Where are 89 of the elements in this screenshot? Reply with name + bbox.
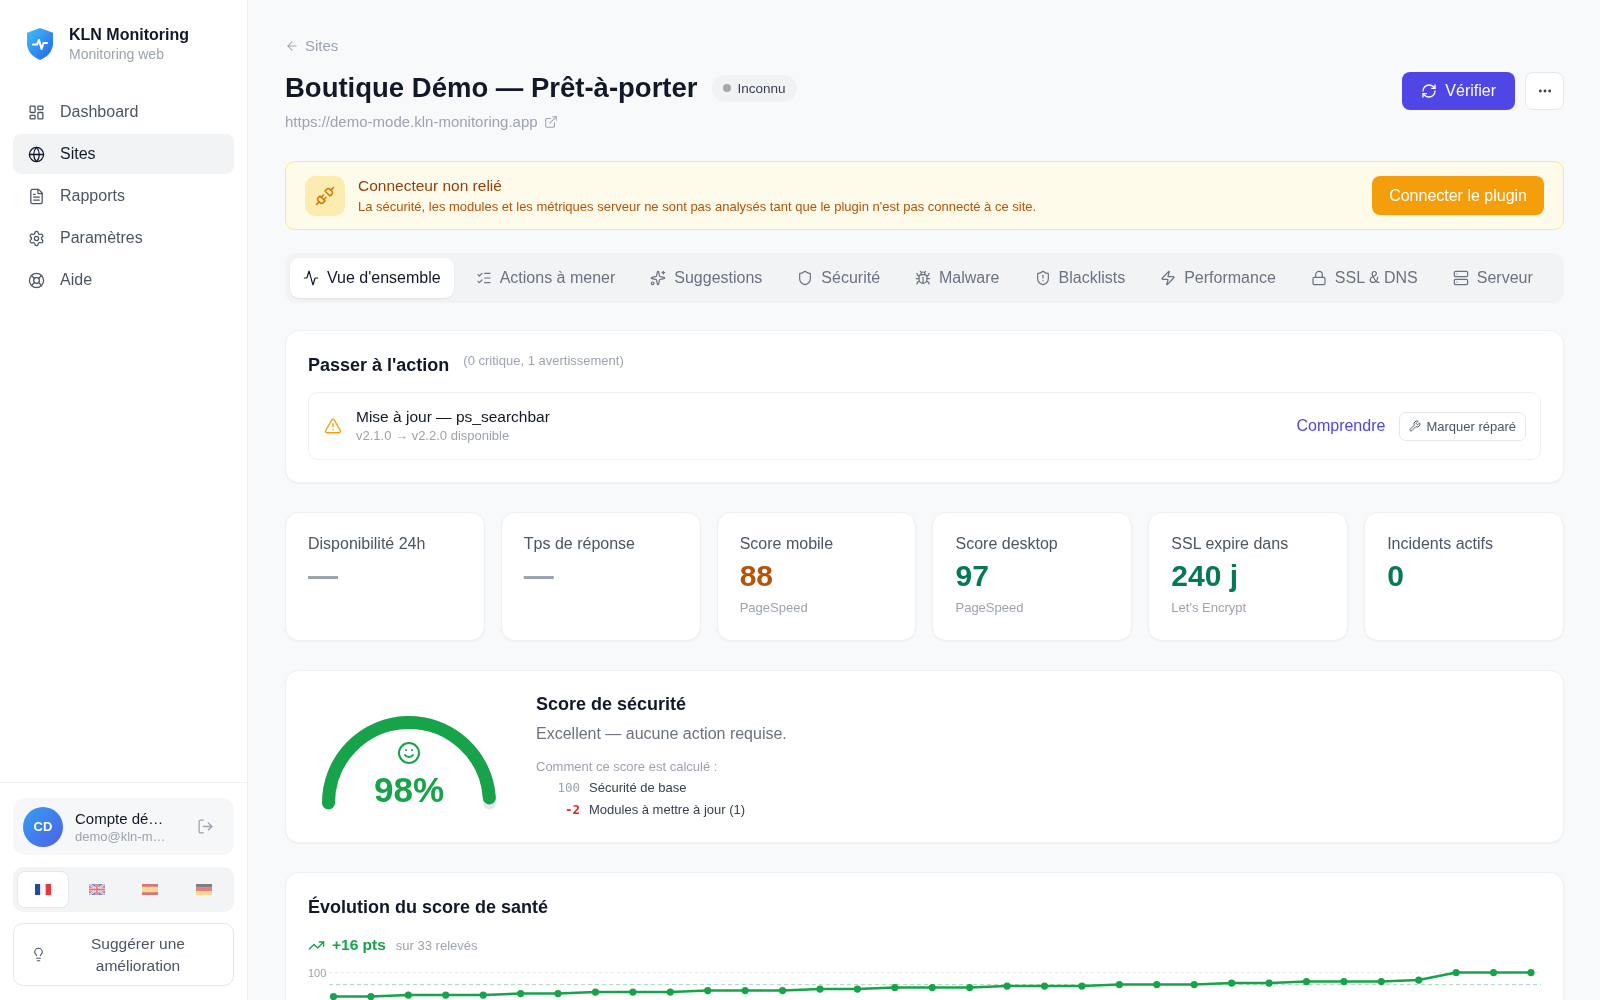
server-icon (1452, 270, 1469, 286)
spanish-flag-icon (142, 884, 159, 895)
axis-tick-label: 100 (308, 965, 328, 980)
tab[interactable]: Suggestions (637, 258, 776, 298)
stat-note: PageSpeed (955, 599, 1024, 617)
tab[interactable]: Performance (1147, 258, 1289, 298)
breakdown-label: Modules à mettre à jour (1) (589, 801, 746, 817)
settings-icon (28, 229, 45, 247)
card-title: Passer à l'action (308, 354, 450, 377)
shield-logo-icon (27, 28, 53, 60)
stat-label: SSL expire dans (1171, 534, 1289, 554)
stat-value: — (523, 559, 554, 593)
nav-item[interactable]: Aide (13, 260, 234, 300)
lightbulb-icon (31, 947, 46, 962)
tab[interactable]: Actions à mener (462, 258, 629, 298)
card-title: Évolution du score de santé (308, 895, 549, 919)
status-dot-icon (722, 84, 731, 92)
tab[interactable]: Vue d'ensemble (290, 258, 454, 298)
sparkles-icon (650, 270, 667, 286)
breakdown-label: Sécurité de base (589, 779, 687, 795)
refresh-icon (1421, 83, 1438, 99)
action-title: Mise à jour — ps_searchbar (356, 407, 550, 427)
stat-value: 0 (1387, 559, 1404, 593)
trend-note: sur 33 relevés (395, 937, 478, 953)
card-title: Score de sécurité (536, 693, 687, 716)
french-flag-icon (34, 884, 51, 895)
stat-label: Score mobile (739, 534, 834, 554)
alert-message: La sécurité, les modules et les métriques serveur ne sont pas analysés tant que le plugin n'est pas connecté à ce site. (358, 197, 1037, 216)
bug-icon (915, 270, 932, 286)
german-flag-icon (196, 884, 213, 895)
wrench-icon (1409, 420, 1422, 432)
stat-note: PageSpeed (739, 599, 808, 617)
stat-value: 240 j (1171, 559, 1239, 593)
checklist-icon (475, 270, 492, 286)
globe-icon (28, 145, 45, 163)
nav-item[interactable]: Sites (13, 134, 234, 174)
document-icon (28, 187, 45, 205)
avatar: CD (23, 806, 63, 847)
score-value: 98% (373, 771, 445, 809)
suggest-button[interactable]: Suggérer une amélioration (13, 923, 234, 986)
lifebuoy-icon (28, 271, 45, 289)
nav-item[interactable]: Dashboard (13, 92, 234, 132)
tab[interactable]: SSL & DNS (1297, 258, 1431, 298)
stat-label: Incidents actifs (1387, 534, 1493, 554)
page-title: Boutique Démo — Prêt-à-porter (285, 71, 698, 105)
logout-icon[interactable] (197, 818, 214, 835)
back-link[interactable]: Sites (285, 36, 339, 56)
verify-button[interactable]: Vérifier (1402, 72, 1515, 110)
smiley-icon (397, 741, 421, 765)
score-verdict: Excellent — aucune action requise. (536, 724, 787, 744)
lightning-icon (1160, 270, 1177, 286)
stat-label: Disponibilité 24h (308, 534, 426, 554)
points-value: 100 (556, 779, 580, 795)
nav-item[interactable]: Paramètres (13, 218, 234, 258)
tab[interactable]: Serveur (1439, 258, 1546, 298)
stat-value: 88 (739, 559, 774, 593)
account-email: demo@kln-m… (75, 827, 166, 845)
stat-value: 97 (955, 559, 989, 593)
shield-icon (797, 270, 814, 286)
lock-icon (1310, 270, 1327, 286)
alert-title: Connecteur non relié (358, 175, 502, 196)
shield-alert-icon (1034, 270, 1051, 286)
status-label: Inconnu (737, 80, 786, 96)
stat-note: Let's Encrypt (1171, 599, 1247, 617)
points-value: -2 (563, 801, 580, 817)
brand-subtitle: Monitoring web (69, 45, 165, 63)
stat-value: — (308, 559, 338, 593)
tab[interactable]: Sécurité (784, 258, 894, 298)
nav-item[interactable]: Rapports (13, 176, 234, 216)
site-url-link[interactable]: https://demo-mode.kln-monitoring.app (285, 112, 558, 132)
mark-fixed-button[interactable]: Marquer réparé (1399, 411, 1526, 441)
dashboard-icon (28, 103, 45, 121)
language-option[interactable] (17, 871, 69, 908)
stat-label: Tps de réponse (523, 534, 635, 554)
tab[interactable]: Blacklists (1021, 258, 1139, 298)
british-flag-icon (88, 884, 105, 895)
breakdown-title: Comment ce score est calculé : (536, 758, 718, 776)
account-name: Compte dé… (75, 808, 164, 828)
trend-value: +16 pts (332, 936, 386, 954)
issue-summary: (0 critique, 1 avertissement) (463, 353, 624, 368)
tab[interactable]: Malware (902, 258, 1013, 298)
external-link-icon (543, 115, 558, 129)
stat-label: Score desktop (955, 534, 1058, 554)
brand-name: KLN Monitoring (69, 25, 189, 45)
pulse-icon (303, 270, 319, 286)
warning-icon (324, 417, 342, 435)
action-detail: v2.1.0 → v2.2.0 disponible (356, 427, 510, 445)
unplug-icon (305, 175, 345, 216)
learn-more-link[interactable]: Comprendre (1296, 416, 1386, 436)
